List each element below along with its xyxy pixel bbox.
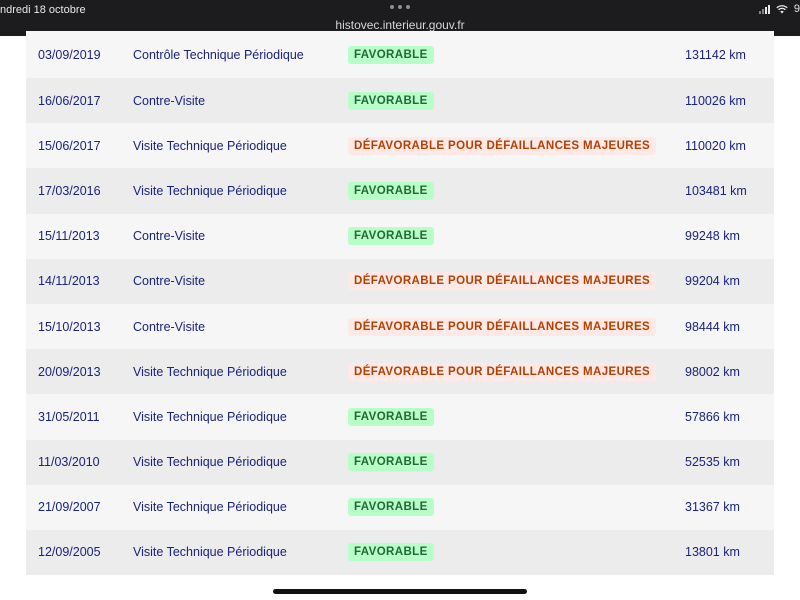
- inspection-result: FAVORABLE: [348, 91, 434, 110]
- inspection-result: FAVORABLE: [348, 407, 434, 426]
- result-badge: DÉFAVORABLE POUR DÉFAILLANCES MAJEURES: [348, 272, 657, 291]
- inspection-date: 15/10/2013: [38, 319, 101, 334]
- table-row: 15/06/2017 Visite Technique Périodique 110…: [26, 123, 774, 169]
- table-row: 12/09/2005 Visite Technique Périodique 138…: [26, 529, 774, 576]
- table-row: 20/09/2013 Visite Technique Périodique 980…: [26, 349, 774, 395]
- table-row: 14/11/2013 Contre-Visite 99204 km DÉFAVORAB…: [26, 258, 774, 304]
- inspection-date: 12/09/2005: [38, 545, 101, 560]
- mileage: 103481 km: [685, 183, 747, 198]
- table-row: 03/09/2019 Contrôle Technique Périodique 1…: [26, 31, 774, 78]
- inspection-type: Visite Technique Périodique: [133, 500, 287, 515]
- mileage: 13801 km: [685, 545, 740, 560]
- result-badge: FAVORABLE: [348, 227, 434, 246]
- more-options-icon[interactable]: [390, 3, 410, 11]
- inspection-type: Contre-Visite: [133, 274, 206, 289]
- inspection-date: 03/09/2019: [38, 47, 101, 62]
- inspection-type: Contre-Visite: [133, 319, 206, 334]
- mileage: 31367 km: [685, 500, 740, 515]
- inspection-type: Visite Technique Périodique: [133, 455, 287, 470]
- table-row: 15/11/2013 Contre-Visite 99248 km FAVORABLE: [26, 213, 774, 259]
- inspection-history-table: 03/09/2019 Contrôle Technique Périodique 1…: [26, 31, 774, 576]
- mileage: 131142 km: [685, 47, 746, 62]
- inspection-date: 21/09/2007: [38, 500, 101, 515]
- signal-icon: [758, 4, 770, 14]
- result-badge: FAVORABLE: [348, 45, 434, 64]
- inspection-date: 11/03/2010: [38, 455, 100, 470]
- inspection-date: 16/06/2017: [38, 93, 101, 108]
- inspection-type: Contrôle Technique Périodique: [133, 47, 304, 62]
- result-badge: DÉFAVORABLE POUR DÉFAILLANCES MAJEURES: [348, 136, 657, 155]
- mileage: 57866 km: [685, 409, 740, 424]
- inspection-result: FAVORABLE: [348, 543, 434, 562]
- inspection-date: 20/09/2013: [38, 364, 101, 379]
- inspection-result: FAVORABLE: [348, 498, 434, 517]
- table-row: 16/06/2017 Contre-Visite 110026 km FAVORABL…: [26, 78, 774, 124]
- status-indicators: 9: [758, 3, 800, 15]
- inspection-date: 15/11/2013: [38, 229, 100, 244]
- inspection-type: Visite Technique Périodique: [133, 364, 287, 379]
- address-bar-url[interactable]: histovec.interieur.gouv.fr: [0, 18, 800, 32]
- result-badge: DÉFAVORABLE POUR DÉFAILLANCES MAJEURES: [348, 317, 657, 336]
- inspection-result: DÉFAVORABLE POUR DÉFAILLANCES MAJEURES: [348, 362, 657, 381]
- inspection-type: Visite Technique Périodique: [133, 409, 287, 424]
- inspection-type: Visite Technique Périodique: [133, 138, 287, 153]
- result-badge: FAVORABLE: [348, 181, 434, 200]
- mileage: 98002 km: [685, 364, 740, 379]
- battery-level: 9: [793, 3, 800, 15]
- inspection-date: 15/06/2017: [38, 138, 101, 153]
- inspection-result: DÉFAVORABLE POUR DÉFAILLANCES MAJEURES: [348, 272, 657, 291]
- result-badge: FAVORABLE: [348, 498, 434, 517]
- inspection-date: 17/03/2016: [38, 183, 101, 198]
- inspection-type: Contre-Visite: [133, 229, 206, 244]
- result-badge: DÉFAVORABLE POUR DÉFAILLANCES MAJEURES: [348, 362, 657, 381]
- inspection-type: Contre-Visite: [133, 93, 206, 108]
- inspection-type: Visite Technique Périodique: [133, 545, 287, 560]
- mileage: 110026 km: [685, 93, 746, 108]
- mileage: 52535 km: [685, 455, 740, 470]
- result-badge: FAVORABLE: [348, 543, 434, 562]
- mileage: 99204 km: [685, 274, 740, 289]
- inspection-result: FAVORABLE: [348, 45, 434, 64]
- home-indicator[interactable]: [273, 589, 527, 594]
- result-badge: FAVORABLE: [348, 407, 434, 426]
- inspection-result: FAVORABLE: [348, 181, 434, 200]
- result-badge: FAVORABLE: [348, 453, 434, 472]
- table-row: 31/05/2011 Visite Technique Périodique 578…: [26, 394, 774, 440]
- inspection-type: Visite Technique Périodique: [133, 183, 287, 198]
- result-badge: FAVORABLE: [348, 91, 434, 110]
- mileage: 110020 km: [685, 138, 746, 153]
- table-row: 21/09/2007 Visite Technique Périodique 313…: [26, 484, 774, 530]
- inspection-result: FAVORABLE: [348, 453, 434, 472]
- table-row: 15/10/2013 Contre-Visite 98444 km DÉFAVORAB…: [26, 303, 774, 350]
- wifi-icon: [776, 5, 788, 14]
- status-date: ndredi 18 octobre: [0, 4, 86, 16]
- mileage: 99248 km: [685, 229, 740, 244]
- inspection-result: DÉFAVORABLE POUR DÉFAILLANCES MAJEURES: [348, 136, 657, 155]
- mileage: 98444 km: [685, 319, 740, 334]
- inspection-date: 14/11/2013: [38, 274, 100, 289]
- inspection-result: FAVORABLE: [348, 227, 434, 246]
- table-row: 17/03/2016 Visite Technique Périodique 103…: [26, 168, 774, 214]
- inspection-result: DÉFAVORABLE POUR DÉFAILLANCES MAJEURES: [348, 317, 657, 336]
- inspection-date: 31/05/2011: [38, 409, 100, 424]
- table-row: 11/03/2010 Visite Technique Périodique 525…: [26, 439, 774, 485]
